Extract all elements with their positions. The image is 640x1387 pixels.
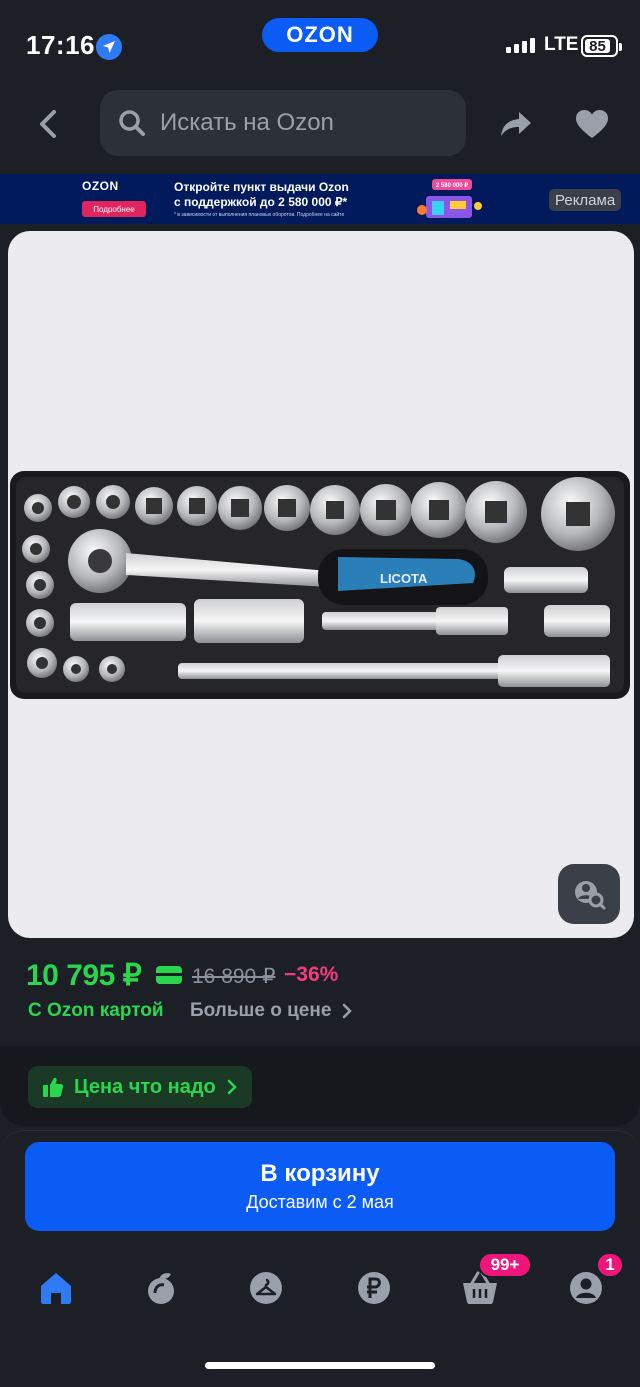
chevron-left-icon [40, 110, 56, 138]
status-time: 17:16 [26, 30, 95, 60]
user-icon [570, 1272, 602, 1304]
ad-logo: OZON [82, 179, 119, 193]
price-old: 16 890 ₽ [192, 965, 276, 988]
image-search-icon [575, 881, 606, 910]
promo-badge[interactable]: Цена что надо [28, 1066, 252, 1108]
network-type: LTE [544, 34, 579, 55]
search-icon [119, 110, 145, 136]
image-brand-label: LICOTA [380, 571, 428, 586]
search-input[interactable]: Искать на Ozon [100, 90, 466, 156]
fruit-icon [148, 1273, 174, 1304]
battery-level: 85 [589, 37, 606, 55]
location-arrow-icon [96, 34, 122, 60]
ad-label: Реклама [549, 189, 622, 211]
share-icon [501, 112, 531, 136]
ozon-card-note: С Ozon картой [28, 1000, 164, 1021]
ad-illustration: 2 580 000 ₽ [414, 176, 484, 222]
home-icon [41, 1273, 71, 1304]
discount-badge: −36% [284, 963, 339, 986]
promo-text: Цена что надо [74, 1075, 216, 1098]
heart-icon [576, 110, 608, 138]
card-icon [156, 966, 182, 984]
thumbs-up-icon [43, 1077, 64, 1097]
ad-art-price: 2 580 000 ₽ [435, 182, 469, 189]
ozon-logo: OZON [262, 18, 378, 52]
ad-title-line1: Откройте пункт выдачи Ozon [174, 180, 349, 194]
profile-badge: 1 [596, 1252, 624, 1278]
ad-more-button[interactable]: Подробнее [82, 201, 146, 217]
add-to-cart-button[interactable]: В корзину Доставим с 2 мая [25, 1142, 615, 1231]
chevron-right-icon [342, 1003, 352, 1019]
ad-title: Откройте пункт выдачи Ozon с поддержкой … [174, 180, 394, 210]
share-button[interactable] [494, 104, 538, 144]
add-to-cart-label: В корзину [260, 1160, 380, 1187]
battery-icon: 85 [581, 35, 622, 57]
signal-icon [506, 38, 535, 53]
tab-home[interactable] [36, 1268, 76, 1308]
delivery-date: Доставим с 2 мая [246, 1192, 394, 1212]
ad-title-line2: с поддержкой до 2 580 000 ₽* [174, 195, 348, 209]
ad-fine-print: * в зависимости от выполнения плановых о… [174, 212, 345, 218]
ad-banner[interactable]: OZON Подробнее Откройте пункт выдачи Ozo… [0, 174, 640, 224]
back-button[interactable] [28, 100, 68, 148]
search-placeholder: Искать на Ozon [160, 109, 334, 136]
price-current: 10 795 ₽ [26, 959, 142, 992]
hanger-icon [250, 1272, 282, 1304]
tab-catalog[interactable] [246, 1268, 286, 1308]
tab-fresh[interactable] [142, 1268, 182, 1308]
visual-search-button[interactable] [558, 864, 620, 924]
favorite-button[interactable] [572, 104, 612, 144]
socket-set-illustration: LICOTA [10, 471, 630, 699]
tab-finance[interactable] [354, 1268, 394, 1308]
more-about-price-link[interactable]: Больше о цене [190, 1000, 331, 1022]
home-indicator [205, 1362, 435, 1369]
product-image[interactable]: LICOTA [8, 231, 634, 938]
ruble-icon [358, 1272, 390, 1304]
cart-badge: 99+ [478, 1252, 532, 1278]
chevron-right-icon [227, 1079, 237, 1095]
